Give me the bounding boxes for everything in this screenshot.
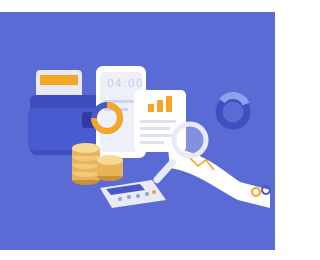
phone-clock: 04:00 [107, 77, 144, 90]
finance-illustration: 04:00 [0, 0, 275, 260]
illustration-canvas: 04:00 [0, 12, 275, 250]
